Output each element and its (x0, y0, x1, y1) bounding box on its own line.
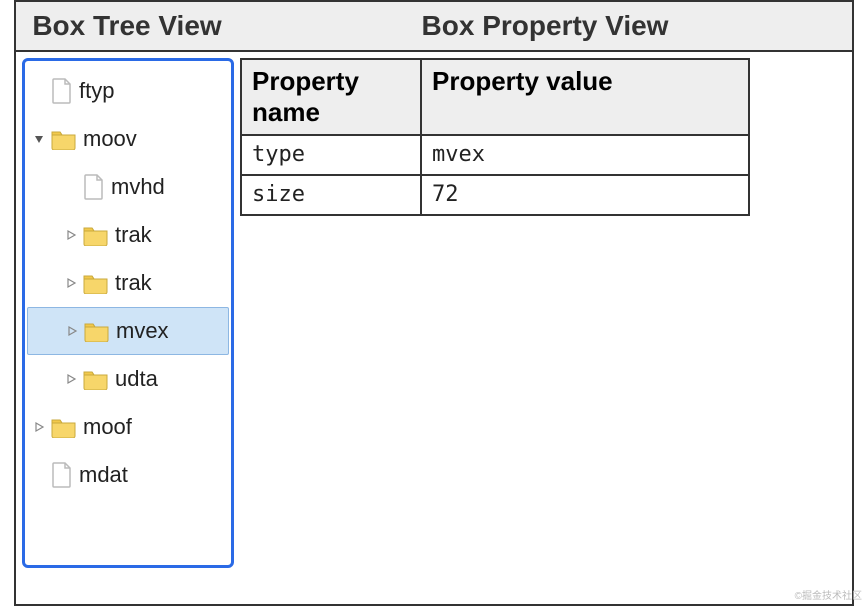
tree-node-label: mvhd (111, 174, 165, 200)
header-row: Box Tree View Box Property View (16, 2, 852, 52)
tree-node-label: moov (83, 126, 137, 152)
expander-closed-icon[interactable] (63, 371, 79, 387)
expander-closed-icon[interactable] (64, 323, 80, 339)
property-table: Property name Property value typemvexsiz… (240, 58, 750, 216)
expander-open-icon[interactable] (31, 131, 47, 147)
body-row: ftyp moov mvhd trak trak mvex udta moof mdat Pro… (16, 52, 852, 568)
tree-node-udta[interactable]: udta (27, 355, 229, 403)
file-icon (83, 174, 105, 200)
tree-node-label: trak (115, 270, 152, 296)
tree-node-label: ftyp (79, 78, 114, 104)
tree-node-label: mdat (79, 462, 128, 488)
file-icon (51, 462, 73, 488)
expander-closed-icon[interactable] (31, 419, 47, 435)
property-value-cell: 72 (421, 175, 749, 215)
property-name-header: Property name (241, 59, 421, 135)
watermark: ©掘金技术社区 (795, 587, 862, 602)
tree-node-moof[interactable]: moof (27, 403, 229, 451)
tree-node-label: moof (83, 414, 132, 440)
expander-none (31, 467, 47, 483)
box-tree-view[interactable]: ftyp moov mvhd trak trak mvex udta moof mdat (22, 58, 234, 568)
tree-node-mdat[interactable]: mdat (27, 451, 229, 499)
tree-node-trak1[interactable]: trak (27, 211, 229, 259)
file-icon (51, 78, 73, 104)
tree-node-label: mvex (116, 318, 169, 344)
folder-icon (51, 128, 77, 150)
tree-node-mvex[interactable]: mvex (27, 307, 229, 355)
table-row: size72 (241, 175, 749, 215)
expander-closed-icon[interactable] (63, 275, 79, 291)
folder-icon (84, 320, 110, 342)
tree-node-moov[interactable]: moov (27, 115, 229, 163)
table-row: typemvex (241, 135, 749, 175)
folder-icon (83, 224, 109, 246)
folder-icon (83, 368, 109, 390)
tree-node-mvhd[interactable]: mvhd (27, 163, 229, 211)
property-value-cell: mvex (421, 135, 749, 175)
folder-icon (83, 272, 109, 294)
property-value-header: Property value (421, 59, 749, 135)
expander-none (31, 83, 47, 99)
tree-node-label: trak (115, 222, 152, 248)
property-panel-title: Box Property View (238, 2, 852, 50)
box-property-view: Property name Property value typemvexsiz… (234, 52, 852, 568)
tree-node-label: udta (115, 366, 158, 392)
expander-closed-icon[interactable] (63, 227, 79, 243)
tree-node-ftyp[interactable]: ftyp (27, 67, 229, 115)
app-frame: Box Tree View Box Property View ftyp moov… (14, 0, 854, 606)
property-name-cell: size (241, 175, 421, 215)
property-name-cell: type (241, 135, 421, 175)
expander-none (63, 179, 79, 195)
folder-icon (51, 416, 77, 438)
tree-node-trak2[interactable]: trak (27, 259, 229, 307)
tree-panel-title: Box Tree View (16, 2, 238, 50)
